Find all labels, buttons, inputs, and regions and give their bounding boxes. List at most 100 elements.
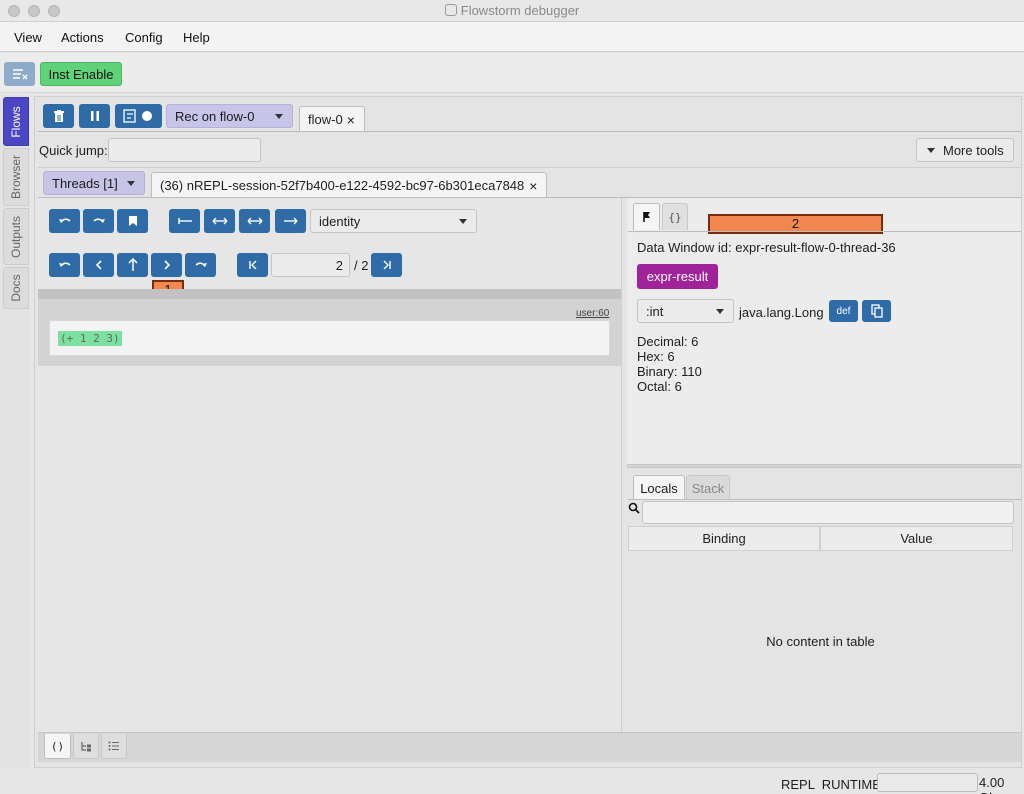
tab-flow-0[interactable]: flow-0 × <box>299 106 365 132</box>
value-hex: Hex: 6 <box>637 349 675 364</box>
step-over-button[interactable] <box>185 253 216 277</box>
tree-icon <box>81 741 91 751</box>
code-pane <box>38 198 622 732</box>
bookmark-button[interactable] <box>117 209 148 233</box>
step-index-input[interactable]: 2 <box>271 253 350 277</box>
more-tools-label: More tools <box>943 142 1004 158</box>
step-back-over-button[interactable] <box>49 253 80 277</box>
tab-list-view[interactable] <box>101 734 127 759</box>
tab-stack[interactable]: Stack <box>686 475 730 500</box>
chevron-left-icon <box>95 260 102 270</box>
value-class-name: java.lang.Long <box>739 305 824 320</box>
tab-thread-session-label: (36) nREPL-session-52f7b400-e122-4592-bc… <box>160 178 525 193</box>
locals-empty-message: No content in table <box>766 634 875 649</box>
tab-tree-view[interactable] <box>73 734 99 759</box>
copy-button[interactable] <box>862 300 891 322</box>
tab-locals[interactable]: Locals <box>633 475 685 500</box>
first-page-icon <box>248 260 256 270</box>
chevron-down-icon <box>716 309 724 314</box>
inst-enable-button[interactable]: Inst Enable <box>40 62 122 86</box>
menu-actions[interactable]: Actions <box>61 30 104 45</box>
step-next-button[interactable] <box>239 209 270 233</box>
undo-button[interactable] <box>49 209 80 233</box>
arrow-left-bar-icon <box>177 218 192 224</box>
quick-jump-input[interactable] <box>108 138 261 162</box>
list-icon <box>108 741 119 751</box>
step-first-button[interactable] <box>169 209 200 233</box>
window-title: Flowstorm debugger <box>0 3 1024 18</box>
sidebar-tab-flows[interactable]: Flows <box>3 97 29 146</box>
step-total: / 2 <box>354 258 369 273</box>
clear-flow-button[interactable] <box>43 104 74 128</box>
chevron-down-icon <box>127 181 135 186</box>
redo-button[interactable] <box>83 209 114 233</box>
divider <box>628 231 1021 232</box>
code-location-link[interactable]: user:60 <box>576 308 609 319</box>
clear-instrumentation-button[interactable] <box>4 62 35 86</box>
close-icon[interactable]: × <box>347 112 355 128</box>
tab-data-window-raw[interactable]: {} <box>662 203 688 230</box>
sidebar-tab-flows-label: Flows <box>9 105 23 138</box>
function-select[interactable]: identity <box>310 209 477 233</box>
step-forward-button[interactable] <box>151 253 182 277</box>
memory-bar <box>877 773 978 792</box>
threads-select-value: Threads [1] <box>52 175 118 191</box>
data-window-pane <box>627 198 1021 464</box>
step-out-button[interactable] <box>117 253 148 277</box>
value-type-select-value: :int <box>646 303 664 319</box>
tab-thread-session[interactable]: (36) nREPL-session-52f7b400-e122-4592-bc… <box>151 172 547 198</box>
menu-help[interactable]: Help <box>183 30 210 45</box>
sidebar-tab-outputs[interactable]: Outputs <box>3 208 29 265</box>
title-bar: Flowstorm debugger <box>0 0 1024 22</box>
quick-jump-label: Quick jump: <box>39 143 108 158</box>
redo-icon <box>195 262 207 267</box>
threads-select[interactable]: Threads [1] <box>43 171 145 195</box>
undo-icon <box>58 218 70 223</box>
record-tree-icon <box>122 109 152 123</box>
more-tools-button[interactable]: More tools <box>916 138 1014 162</box>
recording-flow-select[interactable]: Rec on flow-0 <box>166 104 293 128</box>
function-select-value: identity <box>319 213 361 229</box>
step-last-button[interactable] <box>275 209 306 233</box>
value-octal: Octal: 6 <box>637 379 682 394</box>
sidebar-tab-outputs-label: Outputs <box>9 215 23 258</box>
locals-search-input[interactable] <box>642 501 1014 524</box>
value-type-select[interactable]: :int <box>637 299 734 323</box>
sidebar-tab-docs[interactable]: Docs <box>3 267 29 309</box>
divider <box>628 499 1021 500</box>
search-icon <box>628 502 640 514</box>
column-header-value[interactable]: Value <box>820 526 1013 551</box>
chevron-down-icon <box>459 219 467 224</box>
bookmark-icon <box>128 216 137 226</box>
value-binary: Binary: 110 <box>637 364 702 379</box>
pause-icon <box>90 111 99 121</box>
value-decimal: Decimal: 6 <box>637 334 699 349</box>
last-page-icon <box>383 260 391 270</box>
data-window-id: Data Window id: expr-result-flow-0-threa… <box>637 240 896 255</box>
sidebar-tabs: Flows Browser Outputs Docs <box>0 95 30 794</box>
clear-list-icon <box>12 69 27 80</box>
record-button[interactable] <box>115 104 162 128</box>
undo-icon <box>58 262 70 267</box>
chevron-down-icon <box>275 114 283 119</box>
goto-last-button[interactable] <box>371 253 402 277</box>
step-prev-button[interactable] <box>204 209 235 233</box>
tab-code-view[interactable]: () <box>44 734 71 759</box>
close-icon[interactable]: × <box>529 178 537 194</box>
menu-config[interactable]: Config <box>125 30 163 45</box>
goto-first-button[interactable] <box>237 253 268 277</box>
menu-bar: View Actions Config Help <box>0 22 1024 52</box>
bottom-tab-bar <box>38 732 1021 762</box>
tab-data-window[interactable] <box>633 203 660 230</box>
window-title-text: Flowstorm debugger <box>460 3 580 18</box>
step-back-button[interactable] <box>83 253 114 277</box>
sidebar-tab-browser[interactable]: Browser <box>3 148 29 206</box>
arrow-left-right-icon <box>247 217 262 225</box>
pause-button[interactable] <box>79 104 110 128</box>
def-button[interactable]: def <box>829 300 858 322</box>
expr-result-badge[interactable]: expr-result <box>637 264 718 289</box>
column-header-binding[interactable]: Binding <box>628 526 820 551</box>
divider <box>38 131 1021 132</box>
code-form[interactable]: (+ 1 2 3) <box>58 331 122 346</box>
menu-view[interactable]: View <box>14 30 42 45</box>
